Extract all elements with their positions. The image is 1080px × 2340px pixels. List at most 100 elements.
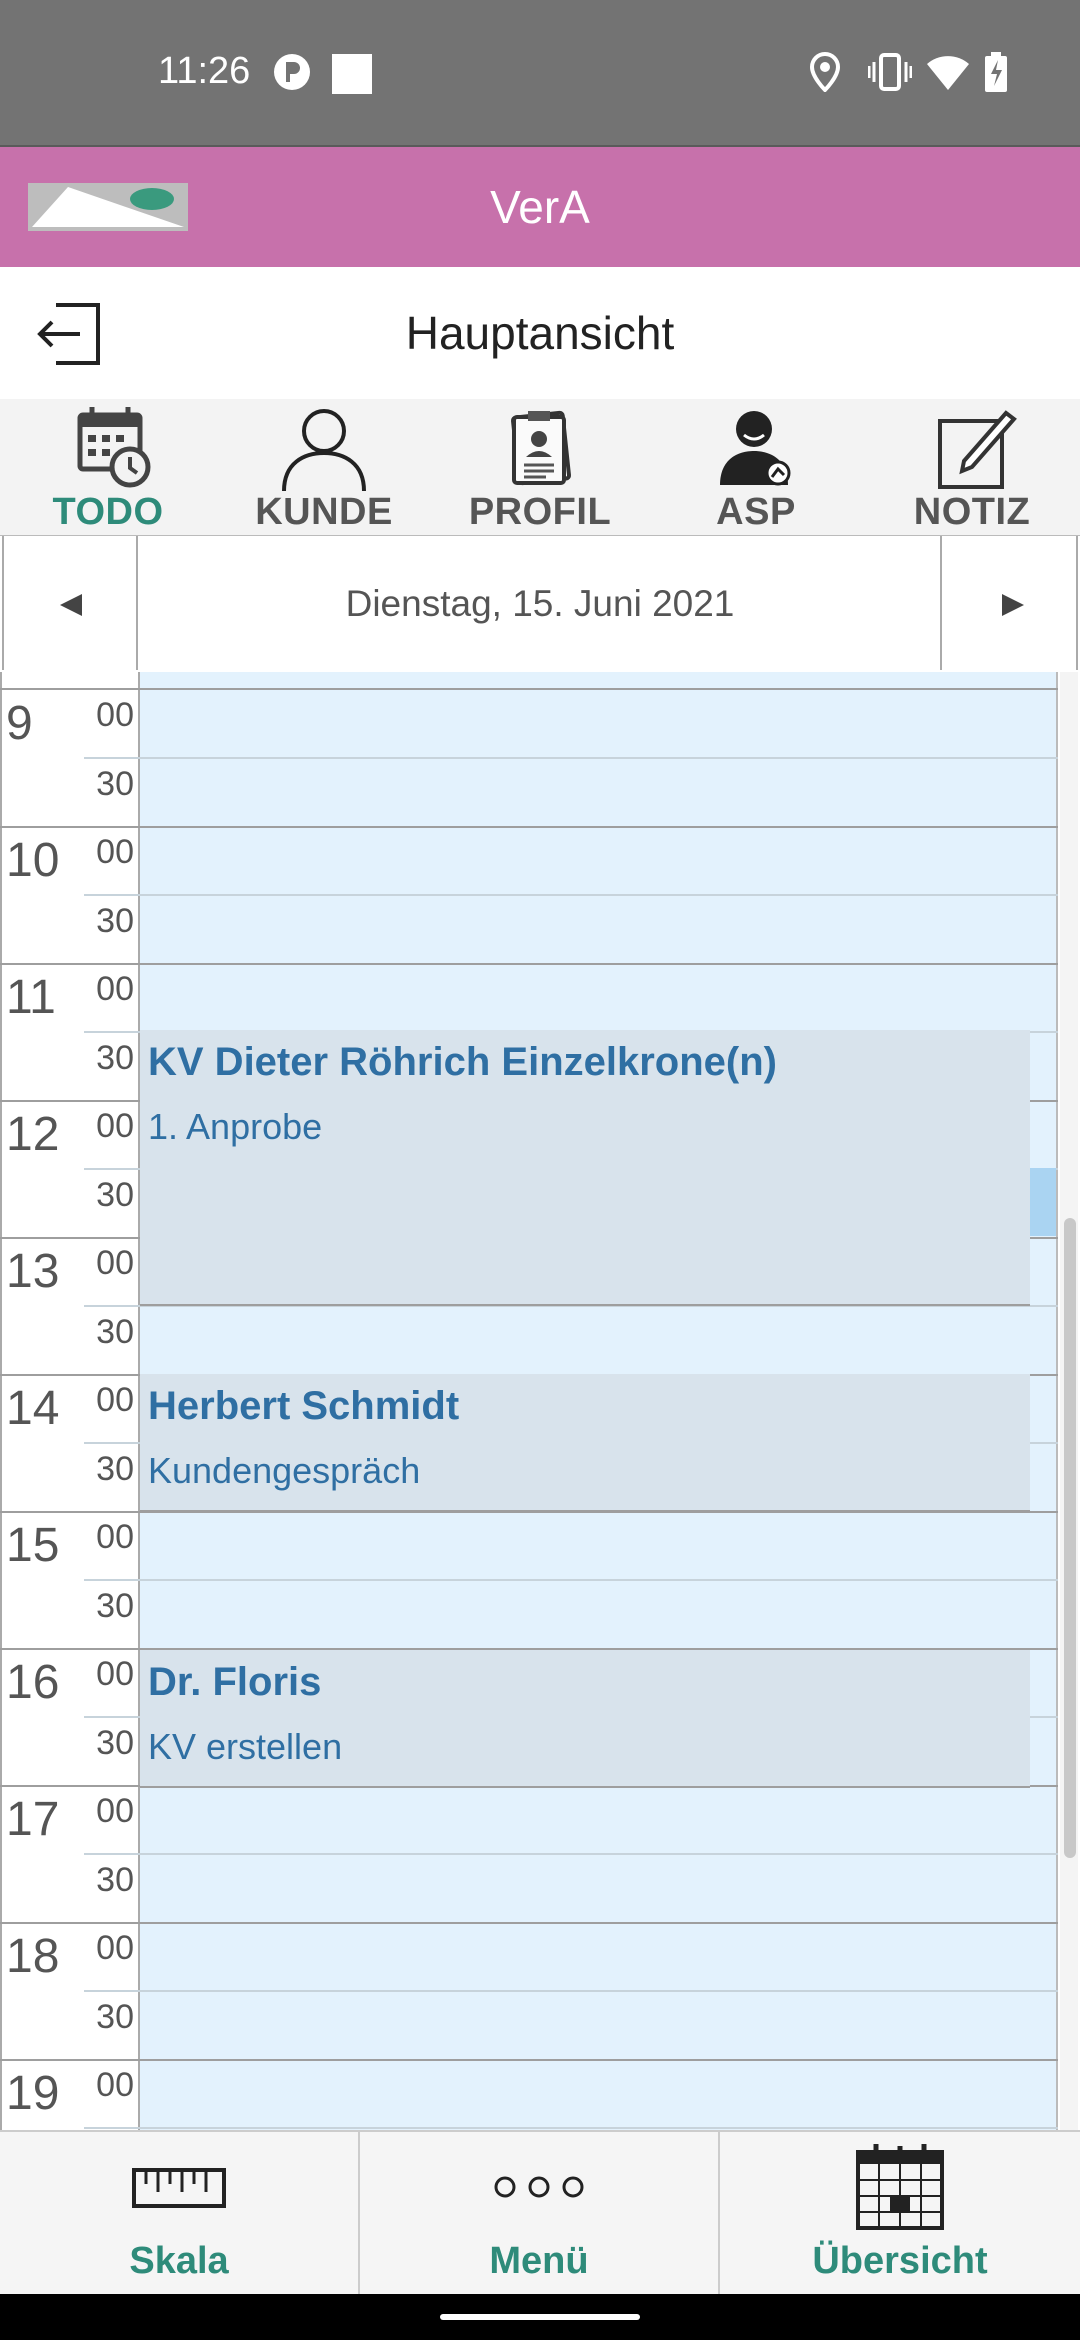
hour-label: 16 (6, 1656, 60, 1709)
minute-label: 00 (96, 1107, 134, 1145)
app-title: VerA (490, 181, 590, 233)
current-slot-marker (1030, 1168, 1056, 1236)
app-bar: VerA (0, 147, 1080, 267)
minute-label: 30 (96, 1450, 134, 1488)
minute-label: 00 (96, 1655, 134, 1693)
tab-profil-label: PROFIL (468, 491, 612, 533)
ruler-icon (0, 2142, 358, 2232)
time-slot[interactable] (140, 672, 1058, 690)
page-header: Hauptansicht (0, 267, 1080, 399)
appointment-title: KV Dieter Röhrich Einzelkrone(n) (148, 1040, 777, 1084)
contact-person-icon (648, 405, 864, 491)
minute-label: 00 (96, 2066, 134, 2104)
minute-label: 00 (96, 1381, 134, 1419)
minute-label: 00 (96, 970, 134, 1008)
time-slot[interactable] (140, 1992, 1058, 2061)
day-schedule[interactable]: 00 30 9 00 30 10 00 30 11 00 30 12 00 30 13 00 30 14 00 30 1… (0, 672, 1080, 2130)
time-slot[interactable] (140, 1307, 1058, 1376)
minute-label: 00 (96, 1518, 134, 1556)
note-pencil-icon (864, 405, 1080, 491)
time-slot[interactable] (140, 827, 1058, 896)
minute-label: 30 (96, 902, 134, 940)
status-bar: 11:26 (0, 0, 1080, 147)
minute-label: 30 (96, 1861, 134, 1899)
tab-notiz[interactable]: NOTIZ (864, 399, 1080, 535)
time-slot[interactable] (140, 1581, 1058, 1650)
previous-day-button[interactable] (2, 536, 138, 670)
tab-asp[interactable]: ASP (648, 399, 864, 535)
app-notification-icon (272, 52, 312, 97)
bottom-navigation: Skala Menü Übersicht (0, 2130, 1080, 2296)
status-time: 11:26 (158, 50, 251, 92)
time-slot[interactable] (140, 1923, 1058, 1992)
scrollbar-thumb[interactable] (1064, 1218, 1076, 1858)
time-slot[interactable] (140, 1512, 1058, 1581)
hour-label: 19 (6, 2067, 60, 2120)
hour-label: 17 (6, 1793, 60, 1846)
minute-label: 30 (96, 1176, 134, 1214)
minute-label: 30 (96, 1724, 134, 1762)
hour-label: 15 (6, 1519, 60, 1572)
date-navigation: Dienstag, 15. Juni 2021 (0, 536, 1080, 674)
menu-button[interactable]: Menü (360, 2132, 718, 2296)
next-day-button[interactable] (940, 536, 1078, 670)
appointment-subtitle: 1. Anprobe (148, 1106, 323, 1147)
time-slot[interactable] (140, 2060, 1058, 2129)
appointment-title: Dr. Floris (148, 1660, 322, 1704)
minute-label: 00 (96, 1792, 134, 1830)
appointment-card[interactable]: Herbert Schmidt Kundengespräch (140, 1374, 1030, 1512)
appointment-title: Herbert Schmidt (148, 1384, 460, 1428)
appointment-subtitle: KV erstellen (148, 1726, 343, 1767)
arrow-right-icon (1002, 594, 1024, 616)
hour-label: 11 (6, 971, 56, 1024)
tab-kunde-label: KUNDE (255, 491, 393, 533)
uebersicht-button[interactable]: Übersicht (720, 2132, 1080, 2296)
tab-notiz-label: NOTIZ (913, 491, 1031, 533)
hour-label: 9 (6, 697, 33, 750)
wifi-icon (926, 52, 970, 97)
skala-label: Skala (129, 2240, 229, 2282)
arrow-left-icon (60, 594, 82, 616)
square-notification-icon (332, 54, 372, 99)
minute-label: 30 (96, 1313, 134, 1351)
minute-label: 30 (96, 1998, 134, 2036)
uebersicht-label: Übersicht (812, 2240, 988, 2282)
tab-todo-label: TODO (52, 491, 164, 533)
tab-profil[interactable]: PROFIL (432, 399, 648, 535)
person-outline-icon (216, 405, 432, 491)
home-indicator[interactable] (440, 2314, 640, 2320)
time-slot[interactable] (140, 896, 1058, 965)
location-icon (808, 51, 842, 97)
hour-label: 12 (6, 1108, 60, 1161)
minute-label: 00 (96, 696, 134, 734)
battery-charging-icon (984, 52, 1008, 97)
time-slot[interactable] (140, 690, 1058, 759)
hour-label: 10 (6, 834, 60, 887)
hour-label: 13 (6, 1245, 60, 1298)
minute-label: 00 (96, 833, 134, 871)
hour-label: 18 (6, 1930, 60, 1983)
appointment-card[interactable]: KV Dieter Röhrich Einzelkrone(n) 1. Anpr… (140, 1030, 1030, 1306)
time-slot[interactable] (140, 759, 1058, 828)
time-slot[interactable] (140, 1855, 1058, 1924)
minute-label: 30 (96, 765, 134, 803)
tab-kunde[interactable]: KUNDE (216, 399, 432, 535)
minute-label: 00 (96, 1929, 134, 1967)
appointment-card[interactable]: Dr. Floris KV erstellen (140, 1650, 1030, 1788)
gesture-bar (0, 2294, 1080, 2340)
minute-label: 00 (96, 1244, 134, 1282)
skala-button[interactable]: Skala (0, 2132, 358, 2296)
time-slot[interactable] (140, 1786, 1058, 1855)
calendar-clock-icon (0, 405, 216, 491)
tab-todo[interactable]: TODO (0, 399, 216, 535)
tab-asp-label: ASP (716, 491, 796, 533)
menu-label: Menü (489, 2240, 589, 2282)
toolbar: TODO KUNDE PROFIL ASP NOTIZ (0, 399, 1080, 537)
page-title: Hauptansicht (405, 307, 675, 359)
time-slot[interactable] (140, 964, 1058, 1033)
minute-label: 30 (96, 1587, 134, 1625)
minute-label: 30 (96, 1039, 134, 1077)
calendar-grid-icon (720, 2142, 1080, 2232)
hour-label: 14 (6, 1382, 60, 1435)
dots-menu-icon (360, 2142, 718, 2232)
